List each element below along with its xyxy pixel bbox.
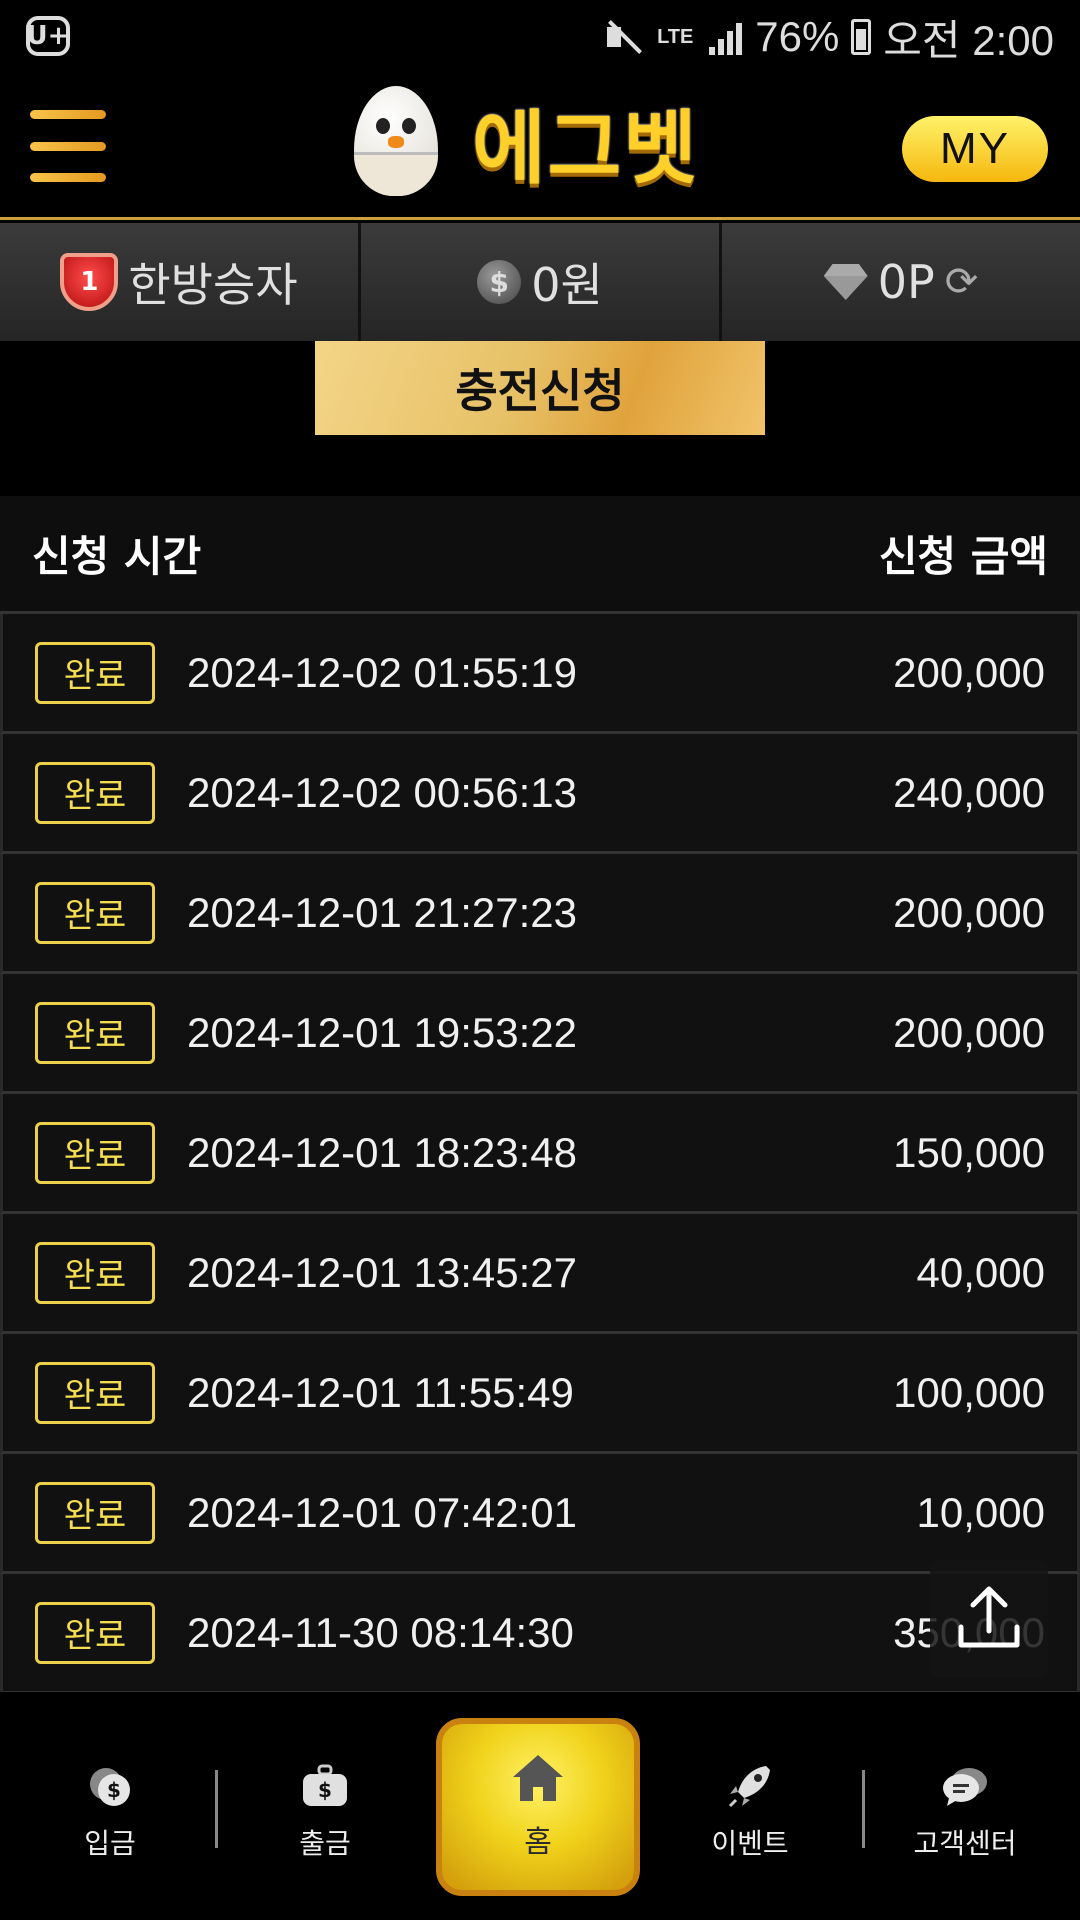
table-row: 완료 2024-12-01 18:23:48 150,000 <box>0 1094 1080 1214</box>
nav-deposit-label: 입금 <box>84 1827 136 1860</box>
table-row: 완료 2024-11-30 08:14:30 350,000 <box>0 1574 1080 1694</box>
bottom-nav: $ 입금 $ 출금 홈 이벤트 고객센터 <box>0 1692 1080 1920</box>
diamond-icon <box>824 264 868 300</box>
row-amount: 100,000 <box>893 1368 1045 1416</box>
status-badge: 완료 <box>35 881 155 944</box>
row-time: 2024-12-01 11:55:49 <box>187 1368 574 1416</box>
coin-stack-icon: $ <box>86 1762 134 1810</box>
battery-percent: 76% <box>755 13 840 60</box>
nav-event-label: 이벤트 <box>711 1827 789 1860</box>
row-time: 2024-12-01 07:42:01 <box>187 1488 577 1536</box>
rocket-icon <box>726 1762 774 1810</box>
status-bar: U+ LTE 76% 오전 2:00 <box>0 0 1080 72</box>
nav-withdraw[interactable]: $ 출금 <box>230 1762 420 1862</box>
table-row: 완료 2024-12-01 19:53:22 200,000 <box>0 974 1080 1094</box>
status-badge: 완료 <box>35 1241 155 1304</box>
table-header: 신청 시간 신청 금액 <box>0 496 1080 614</box>
row-amount: 10,000 <box>916 1488 1045 1536</box>
points-value: 0P <box>877 255 935 309</box>
table-row: 완료 2024-12-01 21:27:23 200,000 <box>0 854 1080 974</box>
coin-icon: $ <box>477 260 522 304</box>
status-badge: 완료 <box>35 1601 155 1664</box>
home-icon <box>513 1755 563 1801</box>
user-info-bar: 1 한방승자 $ 0원 0P ⟳ <box>0 223 1080 341</box>
mute-icon <box>603 17 643 57</box>
table-row: 완료 2024-12-02 01:55:19 200,000 <box>0 614 1080 734</box>
hamburger-menu-icon[interactable] <box>30 110 106 182</box>
row-time: 2024-12-01 19:53:22 <box>187 1008 577 1056</box>
row-amount: 240,000 <box>893 768 1045 816</box>
nav-home-button[interactable]: 홈 <box>436 1718 640 1896</box>
nav-support-label: 고객센터 <box>913 1827 1017 1860</box>
row-time: 2024-12-02 00:56:13 <box>187 768 577 816</box>
lte-icon: LTE <box>657 26 694 48</box>
row-amount: 200,000 <box>893 888 1045 936</box>
table-row: 완료 2024-12-02 00:56:13 240,000 <box>0 734 1080 854</box>
logo-text: 에그벳 <box>472 102 699 195</box>
charge-request-button[interactable]: 충전신청 <box>315 341 765 435</box>
row-time: 2024-12-01 21:27:23 <box>187 888 577 936</box>
status-badge: 완료 <box>35 1481 155 1544</box>
col-amount-header: 신청 금액 <box>878 532 1048 581</box>
balance-value: 0원 <box>531 258 603 312</box>
row-amount: 200,000 <box>893 1008 1045 1056</box>
user-level-cell[interactable]: 1 한방승자 <box>0 223 361 341</box>
logo[interactable]: 에그벳 <box>350 82 699 202</box>
carrier-icon: U+ <box>26 16 70 56</box>
table-row: 완료 2024-12-01 13:45:27 40,000 <box>0 1214 1080 1334</box>
svg-text:$: $ <box>318 1778 332 1802</box>
table-row: 완료 2024-12-01 11:55:49 100,000 <box>0 1334 1080 1454</box>
status-badge: 완료 <box>35 761 155 824</box>
charge-history-table: 신청 시간 신청 금액 완료 2024-12-02 01:55:19 200,0… <box>0 496 1080 1694</box>
app-header: 에그벳 MY <box>0 72 1080 220</box>
status-badge: 완료 <box>35 1121 155 1184</box>
row-amount: 150,000 <box>893 1128 1045 1176</box>
row-time: 2024-12-01 18:23:48 <box>187 1128 577 1176</box>
row-amount: 40,000 <box>916 1248 1045 1296</box>
row-time: 2024-11-30 08:14:30 <box>187 1608 574 1656</box>
nav-withdraw-label: 출금 <box>299 1827 351 1860</box>
chat-bubble-icon <box>941 1762 989 1810</box>
nav-deposit[interactable]: $ 입금 <box>15 1762 205 1862</box>
refresh-icon[interactable]: ⟳ <box>945 259 979 305</box>
signal-icon <box>707 19 743 55</box>
chick-icon <box>350 82 442 202</box>
row-time: 2024-12-02 01:55:19 <box>187 648 577 696</box>
nav-divider <box>215 1770 218 1848</box>
balance-cell: $ 0원 <box>361 223 722 341</box>
level-badge-icon: 1 <box>60 253 119 311</box>
svg-text:$: $ <box>107 1778 121 1802</box>
nav-event[interactable]: 이벤트 <box>655 1762 845 1862</box>
status-badge: 완료 <box>35 641 155 704</box>
status-badge: 완료 <box>35 1001 155 1064</box>
username: 한방승자 <box>128 258 298 312</box>
row-time: 2024-12-01 13:45:27 <box>187 1248 577 1296</box>
row-amount: 200,000 <box>893 648 1045 696</box>
points-cell: 0P ⟳ <box>722 223 1080 341</box>
upload-arrow-icon <box>958 1586 1020 1648</box>
wallet-bag-icon: $ <box>301 1762 349 1810</box>
table-row: 완료 2024-12-01 07:42:01 10,000 <box>0 1454 1080 1574</box>
status-icons: LTE 76% 오전 2:00 <box>603 12 1054 64</box>
nav-home-label: 홈 <box>524 1825 552 1860</box>
status-badge: 완료 <box>35 1361 155 1424</box>
my-button[interactable]: MY <box>902 116 1048 182</box>
battery-icon <box>851 19 872 55</box>
scroll-to-top-button[interactable] <box>930 1560 1048 1678</box>
clock: 오전 2:00 <box>883 16 1054 64</box>
nav-divider <box>862 1770 865 1848</box>
nav-support[interactable]: 고객센터 <box>870 1762 1060 1862</box>
col-time-header: 신청 시간 <box>32 532 202 581</box>
charge-area: 충전신청 <box>0 341 1080 496</box>
